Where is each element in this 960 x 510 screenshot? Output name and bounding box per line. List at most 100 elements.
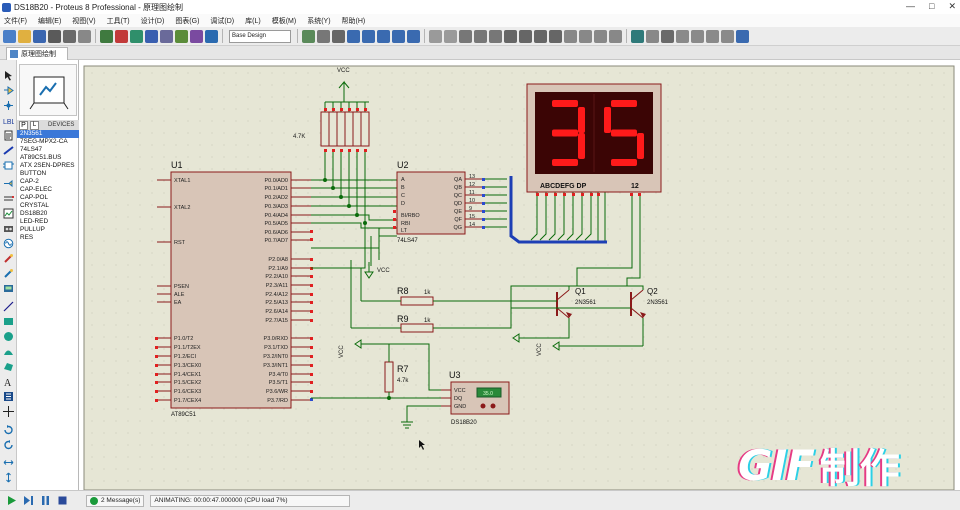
remove-sheet-icon[interactable]	[691, 29, 704, 43]
undo-icon[interactable]	[429, 29, 442, 43]
sub-circuit-icon[interactable]	[3, 160, 14, 171]
maximize-button[interactable]: □	[929, 1, 934, 12]
menu-graph[interactable]: 图表(G)	[175, 16, 199, 26]
zoom-out-icon[interactable]	[377, 29, 390, 43]
origin-icon[interactable]	[332, 29, 345, 43]
circle-tool-icon[interactable]	[3, 331, 14, 342]
search-tag-icon[interactable]	[646, 29, 659, 43]
menu-design[interactable]: 设计(D)	[141, 16, 165, 26]
pause-icon[interactable]	[40, 495, 51, 506]
menu-edit[interactable]: 编辑(E)	[38, 16, 61, 26]
device-item[interactable]: 2N3561	[17, 130, 79, 138]
arc-tool-icon[interactable]	[3, 346, 14, 357]
message-count[interactable]: 2 Message(s)	[86, 494, 145, 507]
menu-library[interactable]: 库(L)	[245, 16, 261, 26]
menu-template[interactable]: 模板(M)	[272, 16, 297, 26]
menu-file[interactable]: 文件(F)	[4, 16, 27, 26]
tab-schematic-capture[interactable]: 原理图绘制	[6, 47, 68, 60]
menu-help[interactable]: 帮助(H)	[342, 16, 366, 26]
cut-icon[interactable]	[459, 29, 472, 43]
terminals-mode-icon[interactable]	[3, 178, 14, 189]
device-item[interactable]: DS18B20	[17, 210, 79, 218]
grid-icon[interactable]	[317, 29, 330, 43]
pcb-icon[interactable]	[130, 29, 143, 43]
menu-tools[interactable]: 工具(T)	[107, 16, 130, 26]
pick-from-library-button[interactable]: P	[19, 120, 28, 130]
overview-window[interactable]	[19, 64, 77, 116]
bus-icon[interactable]	[3, 145, 14, 156]
text-tool-icon[interactable]: A	[3, 376, 14, 387]
decompose-icon[interactable]	[609, 29, 622, 43]
new-file-icon[interactable]	[3, 29, 16, 43]
component-mode-icon[interactable]	[3, 85, 14, 96]
generator-mode-icon[interactable]	[3, 238, 14, 249]
source-code-icon[interactable]	[190, 29, 203, 43]
pick-device-icon[interactable]	[564, 29, 577, 43]
device-item[interactable]: CAP-2	[17, 178, 79, 186]
device-item[interactable]: ATX 2SEN-DPRES	[17, 162, 79, 170]
exit-to-parent-icon[interactable]	[706, 29, 719, 43]
pan-icon[interactable]	[347, 29, 360, 43]
paste-icon[interactable]	[489, 29, 502, 43]
zoom-area-icon[interactable]	[407, 29, 420, 43]
box-tool-icon[interactable]	[3, 316, 14, 327]
import-icon[interactable]	[48, 29, 61, 43]
current-probe-icon[interactable]	[3, 268, 14, 279]
device-item[interactable]: 74LS47	[17, 146, 79, 154]
menu-system[interactable]: 系统(Y)	[307, 16, 330, 26]
selection-mode-icon[interactable]	[3, 70, 14, 81]
3d-view-icon[interactable]	[145, 29, 158, 43]
open-folder-icon[interactable]	[18, 29, 31, 43]
new-sheet-icon[interactable]	[676, 29, 689, 43]
netlist-icon[interactable]	[721, 29, 734, 43]
gerber-icon[interactable]	[160, 29, 173, 43]
home-icon[interactable]	[100, 29, 113, 43]
minimize-button[interactable]: —	[906, 1, 915, 12]
save-icon[interactable]	[33, 29, 46, 43]
text-script-icon[interactable]	[3, 130, 14, 141]
marker-tool-icon[interactable]	[3, 406, 14, 417]
mirror-y-icon[interactable]	[3, 472, 14, 483]
bom-icon[interactable]	[175, 29, 188, 43]
step-icon[interactable]	[23, 495, 34, 506]
library-manager-button[interactable]: L	[30, 120, 39, 130]
device-item[interactable]: BUTTON	[17, 170, 79, 178]
electrical-rule-check-icon[interactable]	[736, 29, 749, 43]
wire-label-icon[interactable]: LBL	[3, 115, 14, 126]
device-item[interactable]: CAP-ELEC	[17, 186, 79, 194]
device-item[interactable]: 7SEG-MPX2-CA	[17, 138, 79, 146]
device-pins-icon[interactable]	[3, 193, 14, 204]
device-item[interactable]: LED-RED	[17, 218, 79, 226]
menu-debug[interactable]: 调试(D)	[210, 16, 234, 26]
virtual-instrument-icon[interactable]	[3, 283, 14, 294]
voltage-probe-icon[interactable]	[3, 253, 14, 264]
block-rotate-icon[interactable]	[534, 29, 547, 43]
rotate-anticlockwise-icon[interactable]	[3, 439, 14, 450]
line-tool-icon[interactable]	[3, 301, 14, 312]
zoom-all-icon[interactable]	[392, 29, 405, 43]
wire-autorouter-icon[interactable]	[631, 29, 644, 43]
rotate-clockwise-icon[interactable]	[3, 424, 14, 435]
mirror-x-icon[interactable]	[3, 457, 14, 468]
path-tool-icon[interactable]	[3, 361, 14, 372]
stop-icon[interactable]	[57, 495, 68, 506]
device-item[interactable]: CAP-POL	[17, 194, 79, 202]
device-item[interactable]: RES	[17, 234, 79, 242]
menu-view[interactable]: 视图(V)	[72, 16, 95, 26]
close-button[interactable]: ✕	[948, 1, 956, 12]
refresh-icon[interactable]	[302, 29, 315, 43]
block-move-icon[interactable]	[519, 29, 532, 43]
property-tool-icon[interactable]	[661, 29, 674, 43]
export-icon[interactable]	[63, 29, 76, 43]
zoom-in-icon[interactable]	[362, 29, 375, 43]
play-icon[interactable]	[6, 495, 17, 506]
close-project-icon[interactable]	[78, 29, 91, 43]
tape-recorder-icon[interactable]	[3, 223, 14, 234]
device-item[interactable]: AT89C51.BUS	[17, 154, 79, 162]
graph-mode-icon[interactable]	[3, 208, 14, 219]
schematic-icon[interactable]	[115, 29, 128, 43]
help-icon[interactable]	[205, 29, 218, 43]
device-item[interactable]: CRYSTAL	[17, 202, 79, 210]
packaging-icon[interactable]	[594, 29, 607, 43]
symbol-tool-icon[interactable]	[3, 391, 14, 402]
